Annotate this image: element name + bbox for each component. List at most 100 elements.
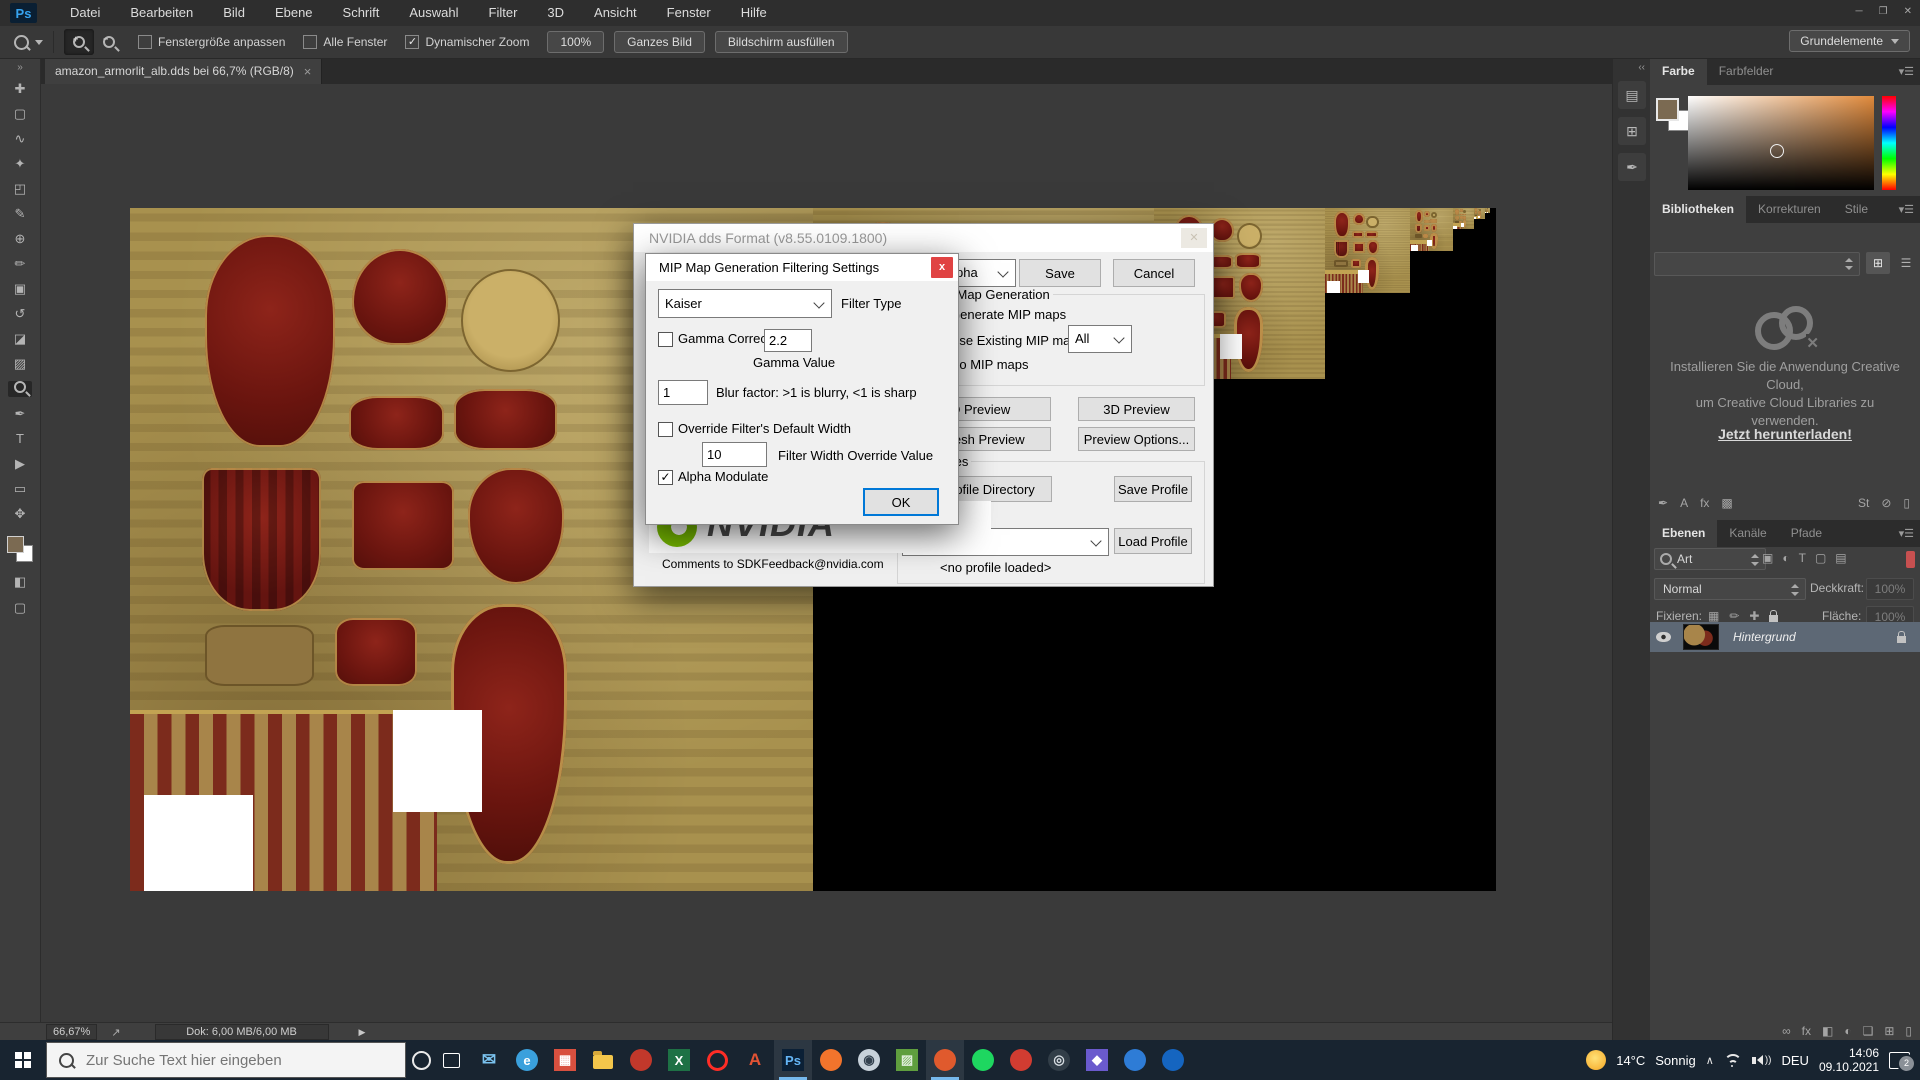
nvidia-dialog-close-button[interactable]: ✕: [1181, 228, 1207, 248]
no-mip-label[interactable]: No MIP maps: [950, 357, 1029, 372]
library-cc-icon[interactable]: ⊘: [1881, 496, 1891, 510]
notification-center-icon[interactable]: 2: [1889, 1052, 1910, 1069]
layer-style-icon[interactable]: fx: [1802, 1024, 1811, 1038]
filter-smart-objects-icon[interactable]: ▤: [1835, 551, 1846, 565]
close-tab-icon[interactable]: ×: [304, 64, 312, 79]
maximize-button[interactable]: ❐: [1879, 0, 1888, 24]
tab-pfade[interactable]: Pfade: [1779, 520, 1834, 547]
lasso-tool-icon[interactable]: ∿: [8, 131, 32, 147]
clone-stamp-tool-icon[interactable]: ▣: [8, 281, 32, 297]
cancel-button[interactable]: Cancel: [1113, 259, 1195, 287]
library-list-view-button[interactable]: ☰: [1894, 252, 1918, 274]
fill-screen-button[interactable]: Bildschirm ausfüllen: [715, 31, 848, 53]
filter-adjustment-layers-icon[interactable]: ◐: [1782, 551, 1789, 565]
gamma-value-input[interactable]: [764, 329, 812, 352]
adjustment-layer-icon[interactable]: ◐: [1844, 1024, 1851, 1038]
weather-temp[interactable]: 14°C: [1616, 1053, 1645, 1068]
dock-panel-icon-2[interactable]: ⊞: [1618, 117, 1646, 145]
lock-paint-icon[interactable]: ✏: [1729, 609, 1739, 623]
marquee-tool-icon[interactable]: ▢: [8, 106, 32, 122]
edge-browser[interactable]: e: [508, 1040, 546, 1080]
blend-mode-select[interactable]: Normal: [1654, 578, 1806, 600]
menu-item-auswahl[interactable]: Auswahl: [394, 0, 473, 26]
orange-app[interactable]: [926, 1040, 964, 1080]
fit-image-button[interactable]: Ganzes Bild: [614, 31, 705, 53]
new-layer-icon[interactable]: ⊞: [1884, 1024, 1894, 1038]
wifi-icon[interactable]: [1724, 1054, 1742, 1067]
status-menu-arrow-icon[interactable]: ▶: [359, 1027, 366, 1038]
zoom-level-field[interactable]: 66,67%: [46, 1024, 97, 1040]
blue-app[interactable]: [1116, 1040, 1154, 1080]
menu-item-hilfe[interactable]: Hilfe: [726, 0, 782, 26]
zoom-100-button[interactable]: 100%: [547, 31, 604, 53]
firefox[interactable]: [812, 1040, 850, 1080]
pen-tool-icon[interactable]: ✒: [8, 406, 32, 422]
tool-preset-arrow-icon[interactable]: [35, 40, 43, 45]
shape-tool-icon[interactable]: ▭: [8, 481, 32, 497]
delete-layer-icon[interactable]: ▯: [1905, 1024, 1912, 1038]
eraser-tool-icon[interactable]: ◪: [8, 331, 32, 347]
taskbar-search[interactable]: [46, 1042, 406, 1078]
tab-stile[interactable]: Stile: [1833, 196, 1880, 223]
override-width-checkbox[interactable]: [658, 422, 673, 437]
library-add-layer-style-icon[interactable]: fx: [1700, 496, 1709, 510]
menu-item-bearbeiten[interactable]: Bearbeiten: [115, 0, 208, 26]
tab-farbe[interactable]: Farbe: [1650, 58, 1707, 85]
menu-item-ansicht[interactable]: Ansicht: [579, 0, 652, 26]
brush-tool-icon[interactable]: ✏: [8, 256, 32, 272]
filter-type-layers-icon[interactable]: T: [1799, 551, 1806, 565]
steam[interactable]: ◉: [850, 1040, 888, 1080]
alpha-modulate-label[interactable]: Alpha Modulate: [678, 469, 768, 484]
mip-count-select[interactable]: All: [1068, 325, 1132, 353]
zoom-tool-preset-icon[interactable]: [14, 35, 29, 50]
save-profile-button[interactable]: Save Profile: [1114, 476, 1192, 502]
quick-mask-icon[interactable]: ◧: [8, 574, 32, 590]
search-input[interactable]: [84, 1051, 368, 1070]
share-icon[interactable]: ↗: [111, 1026, 120, 1039]
color-swatches[interactable]: [7, 536, 33, 562]
browser-app[interactable]: [1154, 1040, 1192, 1080]
photoshop[interactable]: Ps: [774, 1040, 812, 1080]
weather-sun-icon[interactable]: [1586, 1050, 1606, 1070]
menu-item-3d[interactable]: 3D: [532, 0, 579, 26]
foreground-color-swatch[interactable]: [7, 536, 24, 553]
close-button[interactable]: ✕: [1904, 0, 1912, 24]
layer-mask-icon[interactable]: ◧: [1822, 1024, 1833, 1038]
quick-selection-tool-icon[interactable]: ✦: [8, 156, 32, 172]
spotify[interactable]: [964, 1040, 1002, 1080]
a-app[interactable]: A: [736, 1040, 774, 1080]
panel-menu-icon[interactable]: ▾☰: [1899, 527, 1914, 540]
color-cursor[interactable]: [1770, 144, 1784, 158]
hidden-icons-chevron[interactable]: ∧: [1706, 1054, 1714, 1067]
panel-menu-icon[interactable]: ▾☰: [1899, 65, 1914, 78]
photos-app[interactable]: ▨: [888, 1040, 926, 1080]
tab-korrekturen[interactable]: Korrekturen: [1746, 196, 1833, 223]
link-layers-icon[interactable]: ∞: [1782, 1024, 1791, 1038]
nvidia-dialog-titlebar[interactable]: NVIDIA dds Format (v8.55.0109.1800) ✕: [634, 224, 1213, 252]
gradient-tool-icon[interactable]: ▨: [8, 356, 32, 372]
excel[interactable]: X: [660, 1040, 698, 1080]
layer-thumbnail[interactable]: [1683, 624, 1719, 650]
tab-ebenen[interactable]: Ebenen: [1650, 520, 1717, 547]
mip-filtering-dialog[interactable]: MIP Map Generation Filtering Settings x …: [645, 253, 959, 525]
alpha-modulate-checkbox[interactable]: ✓: [658, 470, 673, 485]
lock-transparency-icon[interactable]: ▦: [1708, 609, 1719, 623]
load-profile-button[interactable]: Load Profile: [1114, 528, 1192, 554]
library-stock-icon[interactable]: St: [1858, 496, 1869, 510]
opera[interactable]: [698, 1040, 736, 1080]
menu-item-schrift[interactable]: Schrift: [328, 0, 395, 26]
dark-app[interactable]: ◎: [1040, 1040, 1078, 1080]
purple-app[interactable]: ◆: [1078, 1040, 1116, 1080]
volume-icon[interactable]: )): [1752, 1055, 1772, 1066]
history-brush-tool-icon[interactable]: ↺: [8, 306, 32, 322]
library-select[interactable]: [1654, 252, 1860, 276]
eyedropper-tool-icon[interactable]: ✎: [8, 206, 32, 222]
width-override-input[interactable]: [702, 442, 767, 467]
dock-panel-icon-1[interactable]: ▤: [1618, 81, 1646, 109]
all-windows-checkbox[interactable]: Alle Fenster: [303, 35, 387, 49]
hue-slider[interactable]: [1882, 96, 1896, 190]
red-app-2[interactable]: [1002, 1040, 1040, 1080]
collapse-tools-icon[interactable]: »: [17, 62, 23, 73]
filter-pixel-layers-icon[interactable]: ▣: [1762, 551, 1773, 565]
generate-mip-label[interactable]: Generate MIP maps: [950, 307, 1066, 322]
